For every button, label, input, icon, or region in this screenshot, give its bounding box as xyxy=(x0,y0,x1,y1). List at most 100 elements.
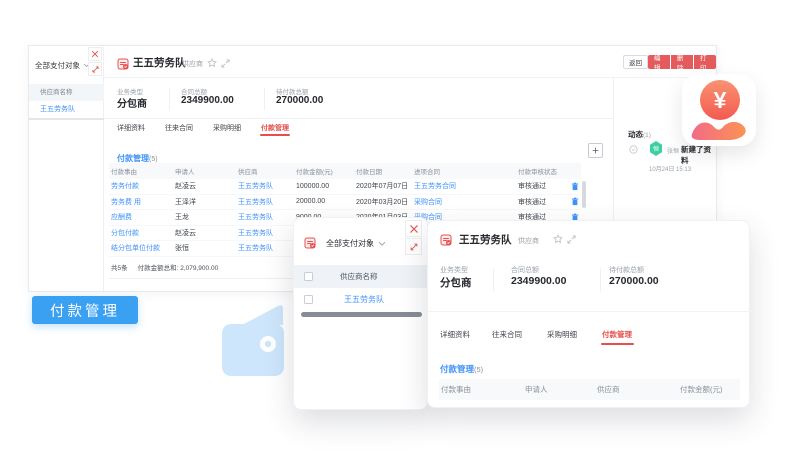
edit-button[interactable]: 编辑 xyxy=(648,55,670,69)
close-button[interactable] xyxy=(405,220,422,237)
tab-details[interactable]: 详细资料 xyxy=(117,123,145,133)
amount: 100000.00 xyxy=(294,183,354,190)
tab-purchase-detail[interactable]: 采购明细 xyxy=(547,329,577,340)
row-count: 共5条 xyxy=(111,262,128,272)
payment-reason-link[interactable]: 应酬费 xyxy=(109,212,173,222)
stat-divider xyxy=(600,268,601,292)
object-selector[interactable]: 全部支付对象 xyxy=(326,238,386,249)
chevron-down-icon xyxy=(378,241,386,247)
delete-button[interactable]: 删除 xyxy=(671,55,693,69)
tab-contracts[interactable]: 往来合同 xyxy=(492,329,522,340)
page-title: 王五劳务队 xyxy=(133,55,186,70)
col-header: 付款金额(元) xyxy=(294,166,354,176)
payment-reason-link[interactable]: 结分包单位付款 xyxy=(109,243,173,253)
applicant: 王龙 xyxy=(173,212,236,222)
back-button[interactable]: 返回 xyxy=(623,55,648,69)
close-button[interactable] xyxy=(88,47,102,61)
payment-reason-link[interactable]: 劳务付款 xyxy=(109,181,173,191)
amount: 20000.00 xyxy=(294,198,354,205)
left-panel-divider xyxy=(29,118,104,120)
activity-count: (1) xyxy=(643,132,651,139)
col-header: 申请人 xyxy=(173,166,236,176)
delete-icon[interactable] xyxy=(571,182,579,191)
stat-label: 待付款总额 xyxy=(609,265,644,275)
tab-payment-management[interactable]: 付款管理 xyxy=(602,329,632,340)
delete-icon[interactable] xyxy=(571,197,579,206)
stat-value: 270000.00 xyxy=(276,95,323,106)
section-title-text: 付款管理 xyxy=(440,364,474,374)
section-count: (5) xyxy=(149,156,158,163)
expand-button[interactable] xyxy=(405,238,422,255)
popup-list-column-header: 供应商名称 xyxy=(340,271,378,282)
popup-list-row[interactable]: 王五劳务队 xyxy=(294,288,429,310)
activity-time: 10月24日 15:13 xyxy=(649,164,691,173)
applicant: 张恒 xyxy=(173,243,236,253)
contract-link[interactable]: 王五劳务合同 xyxy=(412,181,516,191)
section-title: 付款管理(5) xyxy=(440,359,483,377)
col-header: 付款金额(元) xyxy=(678,384,740,395)
select-all-checkbox[interactable] xyxy=(304,272,313,281)
stat-value: 分包商 xyxy=(117,95,147,110)
popup-table-header-row: 付款事由 申请人 供应商 付款金额(元) xyxy=(439,379,740,400)
add-payment-button[interactable] xyxy=(588,143,603,158)
stat-divider xyxy=(264,88,265,110)
tab-contracts[interactable]: 往来合同 xyxy=(165,123,193,133)
horizontal-scrollbar[interactable] xyxy=(301,312,422,317)
activity-action: 新建了资料 xyxy=(681,144,716,166)
object-selector[interactable]: 全部支付对象 xyxy=(35,60,90,71)
row-checkbox[interactable] xyxy=(304,295,313,304)
vertical-scrollbar[interactable] xyxy=(582,181,586,208)
payment-reason-link[interactable]: 劳务费 用 xyxy=(109,197,173,207)
applicant: 赵凌云 xyxy=(173,228,236,238)
col-header: 付款日期 xyxy=(354,166,412,176)
tab-payment-management[interactable]: 付款管理 xyxy=(261,123,289,133)
supplier-link[interactable]: 王五劳务队 xyxy=(236,212,294,222)
table-row[interactable]: 劳务费 用 王泽洋 王五劳务队 20000.00 2020年03月20日 采购合… xyxy=(109,195,581,211)
audit-status: 审核通过 xyxy=(516,197,567,207)
stat-divider xyxy=(169,88,170,110)
stat-value: 270000.00 xyxy=(609,275,659,287)
applicant: 王泽洋 xyxy=(173,197,236,207)
left-panel-row[interactable]: 王五劳务队 xyxy=(29,101,104,118)
tab-purchase-detail[interactable]: 采购明细 xyxy=(213,123,241,133)
yuan-hand-icon: ¥ xyxy=(682,74,756,146)
active-tab-underline xyxy=(601,343,634,345)
supplier-link[interactable]: 王五劳务队 xyxy=(236,243,294,253)
module-label: 付款管理 xyxy=(32,296,138,324)
active-tab-underline xyxy=(260,134,290,136)
activity-status-icon xyxy=(629,145,638,154)
share-icon[interactable] xyxy=(567,235,576,244)
applicant: 赵凌云 xyxy=(173,181,236,191)
contract-link[interactable]: 采购合同 xyxy=(412,197,516,207)
star-icon[interactable] xyxy=(207,58,217,68)
col-header: 供应商 xyxy=(595,384,678,395)
expand-icon xyxy=(91,65,100,74)
stat-value: 2349900.00 xyxy=(511,275,566,287)
object-selector-label: 全部支付对象 xyxy=(35,60,80,71)
col-header: 付款事由 xyxy=(439,384,523,395)
stat-label: 业务类型 xyxy=(440,265,468,275)
tab-details[interactable]: 详细资料 xyxy=(440,329,470,340)
col-header: 供应商 xyxy=(236,166,294,176)
print-button[interactable]: 打印 xyxy=(694,55,716,69)
supplier-link[interactable]: 王五劳务队 xyxy=(236,228,294,238)
stat-value: 分包商 xyxy=(440,275,472,290)
supplier-link[interactable]: 王五劳务队 xyxy=(344,294,384,305)
col-header: 进项合同 xyxy=(412,166,516,176)
document-icon xyxy=(440,234,452,246)
supplier-link[interactable]: 王五劳务队 xyxy=(236,181,294,191)
table-row[interactable]: 劳务付款 赵凌云 王五劳务队 100000.00 2020年07月07日 王五劳… xyxy=(109,179,581,195)
expand-icon xyxy=(409,242,419,252)
pay-date: 2020年03月20日 xyxy=(354,197,412,207)
popup-stats-divider xyxy=(428,311,751,312)
star-icon[interactable] xyxy=(553,234,563,244)
supplier-link[interactable]: 王五劳务队 xyxy=(236,197,294,207)
close-icon xyxy=(409,224,419,234)
document-icon xyxy=(117,58,129,70)
share-icon[interactable] xyxy=(221,59,230,68)
payment-reason-link[interactable]: 分包付款 xyxy=(109,228,173,238)
expand-button[interactable] xyxy=(88,62,102,76)
left-panel-column-header: 供应商名称 xyxy=(29,84,104,101)
action-button-group: 编辑 删除 打印 xyxy=(648,55,716,69)
popup-detail-subtitle: 供应商 xyxy=(518,236,539,246)
